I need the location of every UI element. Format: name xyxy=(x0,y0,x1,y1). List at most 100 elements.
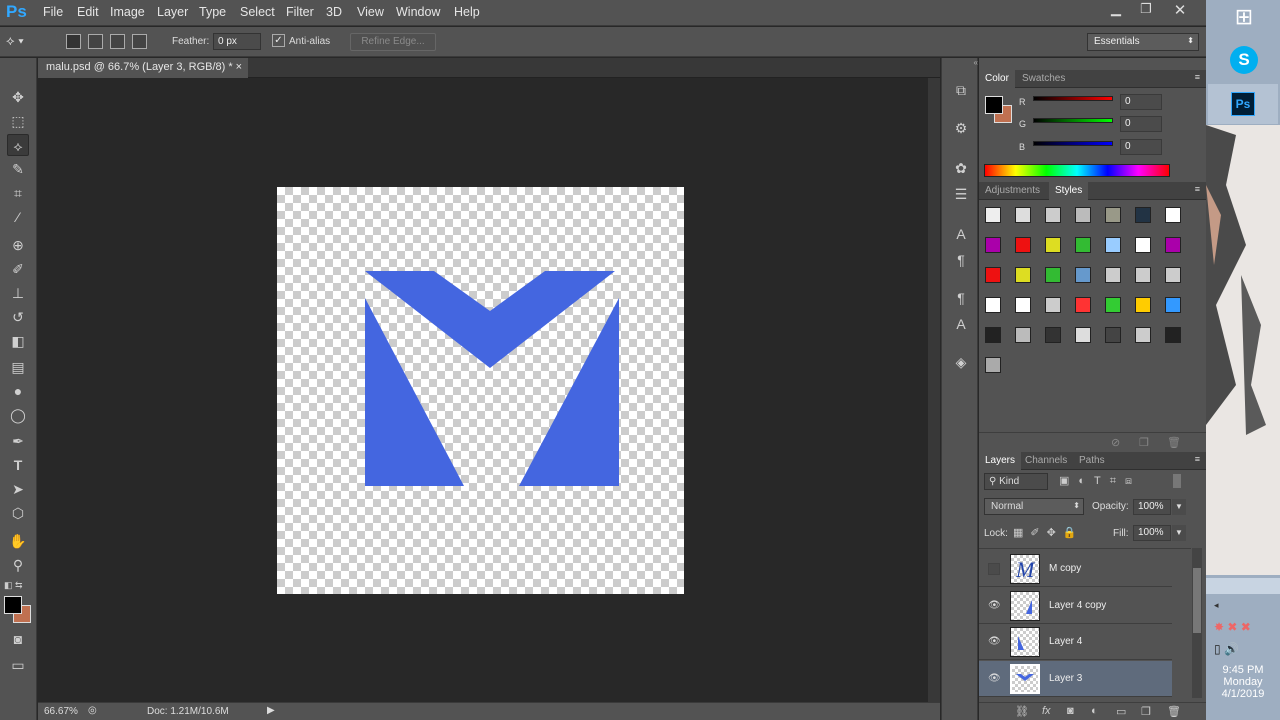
close-tab-icon[interactable]: × xyxy=(236,61,242,73)
link-layers-icon[interactable]: ⛓ xyxy=(1015,705,1029,718)
style-preset-swatch[interactable] xyxy=(1015,237,1031,253)
menu-filter[interactable]: Filter xyxy=(286,5,314,19)
type-tool-icon[interactable]: T xyxy=(7,454,29,476)
style-preset-swatch[interactable] xyxy=(1045,267,1061,283)
layer-row[interactable]: M M copy xyxy=(979,551,1172,587)
menu-select[interactable]: Select xyxy=(240,5,275,19)
brush-tool-icon[interactable]: ✐ xyxy=(7,258,29,280)
new-layer-icon[interactable]: ❐ xyxy=(1141,705,1151,718)
style-preset-swatch[interactable] xyxy=(1075,327,1091,343)
tray-icons[interactable]: ✸ ✖ ✖ xyxy=(1214,620,1251,634)
dodge-tool-icon[interactable]: ◯ xyxy=(7,404,29,426)
layer-row[interactable]: 👁 Layer 4 xyxy=(979,624,1172,660)
style-preset-swatch[interactable] xyxy=(985,327,1001,343)
eye-icon[interactable]: 👁 xyxy=(988,636,1001,648)
style-preset-swatch[interactable] xyxy=(1015,297,1031,313)
style-preset-swatch[interactable] xyxy=(1105,297,1121,313)
path-selection-tool-icon[interactable]: ➤ xyxy=(7,478,29,500)
paragraph-styles-icon[interactable]: ¶ xyxy=(951,288,971,308)
chevron-down-icon[interactable]: ▼ xyxy=(1172,525,1186,541)
menu-type[interactable]: Type xyxy=(199,5,226,19)
subtract-selection-icon[interactable] xyxy=(110,34,125,49)
add-selection-icon[interactable] xyxy=(88,34,103,49)
style-preset-swatch[interactable] xyxy=(1135,237,1151,253)
tab-paths[interactable]: Paths xyxy=(1073,452,1111,470)
style-preset-swatch[interactable] xyxy=(1165,237,1181,253)
style-preset-swatch[interactable] xyxy=(985,207,1001,223)
menu-help[interactable]: Help xyxy=(454,5,480,19)
zoom-tool-icon[interactable]: ⚲ xyxy=(7,554,29,576)
pen-tool-icon[interactable]: ✒ xyxy=(7,430,29,452)
move-tool-icon[interactable]: ✥ xyxy=(7,86,29,108)
windows-start-icon[interactable]: ⊞ xyxy=(1214,4,1274,44)
crop-tool-icon[interactable]: ⌗ xyxy=(7,182,29,204)
layer-filter-icons[interactable]: ▣◐T⌗⧈ xyxy=(1059,474,1141,488)
healing-brush-tool-icon[interactable]: ⊕ xyxy=(7,234,29,256)
lasso-tool-icon[interactable]: ⟡ xyxy=(7,134,29,156)
style-preset-swatch[interactable] xyxy=(1075,297,1091,313)
paragraph-panel-icon[interactable]: ¶ xyxy=(951,250,971,270)
brush-panel-icon[interactable]: ✿ xyxy=(951,158,971,178)
style-preset-swatch[interactable] xyxy=(1075,237,1091,253)
refine-edge-button[interactable]: Refine Edge... xyxy=(350,33,436,51)
style-preset-swatch[interactable] xyxy=(1165,327,1181,343)
screen-mode-icon[interactable]: ▭ xyxy=(7,654,29,676)
color-spectrum-ramp[interactable] xyxy=(984,164,1170,177)
channel-g-slider[interactable] xyxy=(1033,118,1113,123)
document-tab[interactable]: malu.psd @ 66.7% (Layer 3, RGB/8) * × xyxy=(38,58,248,78)
style-preset-swatch[interactable] xyxy=(1135,297,1151,313)
tab-channels[interactable]: Channels xyxy=(1019,452,1073,470)
history-brush-tool-icon[interactable]: ↺ xyxy=(7,306,29,328)
style-preset-swatch[interactable] xyxy=(1105,237,1121,253)
workspace-select[interactable]: Essentials ⬍ xyxy=(1087,33,1199,51)
feather-input[interactable]: 0 px xyxy=(213,33,261,50)
network-volume-icons[interactable]: ▯ 🔊 xyxy=(1214,642,1239,656)
minimize-icon[interactable]: ▁ xyxy=(1103,1,1129,19)
hand-tool-icon[interactable]: ✋ xyxy=(7,530,29,552)
style-preset-swatch[interactable] xyxy=(1165,267,1181,283)
layer-row-selected[interactable]: 👁 Layer 3 xyxy=(979,661,1172,697)
tab-layers[interactable]: Layers xyxy=(979,452,1022,470)
clock[interactable]: 9:45 PM Monday 4/1/2019 xyxy=(1206,664,1280,700)
menu-edit[interactable]: Edit xyxy=(77,5,99,19)
marquee-tool-icon[interactable]: ⬚ xyxy=(7,110,29,132)
close-window-icon[interactable]: ✕ xyxy=(1167,1,1193,19)
tab-swatches[interactable]: Swatches xyxy=(1016,70,1071,88)
intersect-selection-icon[interactable] xyxy=(132,34,147,49)
canvas-vertical-scrollbar[interactable] xyxy=(928,78,940,702)
panel-menu-icon[interactable]: ≡ xyxy=(1195,454,1200,464)
tab-styles[interactable]: Styles xyxy=(1049,182,1089,200)
style-preset-swatch[interactable] xyxy=(1105,267,1121,283)
layer-visibility-toggle[interactable] xyxy=(988,563,1000,575)
menu-3d[interactable]: 3D xyxy=(326,5,342,19)
taskbar-photoshop-button[interactable]: Ps xyxy=(1208,84,1278,124)
channel-b-slider[interactable] xyxy=(1033,141,1113,146)
tab-adjustments[interactable]: Adjustments xyxy=(979,182,1046,200)
quick-mask-icon[interactable]: ◙ xyxy=(7,628,29,650)
filter-toggle-icon[interactable] xyxy=(1173,474,1181,488)
foreground-color-swatch[interactable] xyxy=(4,596,22,614)
status-settings-icon[interactable]: ◎ xyxy=(88,705,97,716)
new-group-icon[interactable]: ▭ xyxy=(1116,705,1126,718)
brush-presets-icon[interactable]: ☰ xyxy=(951,184,971,204)
style-preset-swatch[interactable] xyxy=(985,357,1001,373)
menu-file[interactable]: File xyxy=(43,5,63,19)
style-preset-swatch[interactable] xyxy=(1135,327,1151,343)
menu-view[interactable]: View xyxy=(357,5,384,19)
eye-icon[interactable]: 👁 xyxy=(988,600,1001,612)
layer-filter-kind-select[interactable]: ⚲ Kind xyxy=(984,473,1048,490)
properties-panel-icon[interactable]: ⚙ xyxy=(951,118,971,138)
add-mask-icon[interactable]: ◙ xyxy=(1067,705,1074,717)
zoom-level[interactable]: 66.67% xyxy=(44,706,78,717)
style-preset-swatch[interactable] xyxy=(1045,207,1061,223)
adjustment-layer-icon[interactable]: ◐ xyxy=(1091,705,1098,717)
character-styles-icon[interactable]: A xyxy=(951,314,971,334)
new-selection-icon[interactable] xyxy=(66,34,81,49)
style-preset-swatch[interactable] xyxy=(1045,237,1061,253)
style-preset-swatch[interactable] xyxy=(1165,207,1181,223)
history-panel-icon[interactable]: ⧉ xyxy=(951,80,971,100)
color-foreground-swatch[interactable] xyxy=(985,96,1003,114)
polygonal-lasso-preset-icon[interactable]: ⟡ ▾ xyxy=(6,33,42,51)
channel-b-input[interactable]: 0 xyxy=(1120,139,1162,155)
lock-icons[interactable]: ▦✐✥🔒 xyxy=(1013,526,1084,539)
